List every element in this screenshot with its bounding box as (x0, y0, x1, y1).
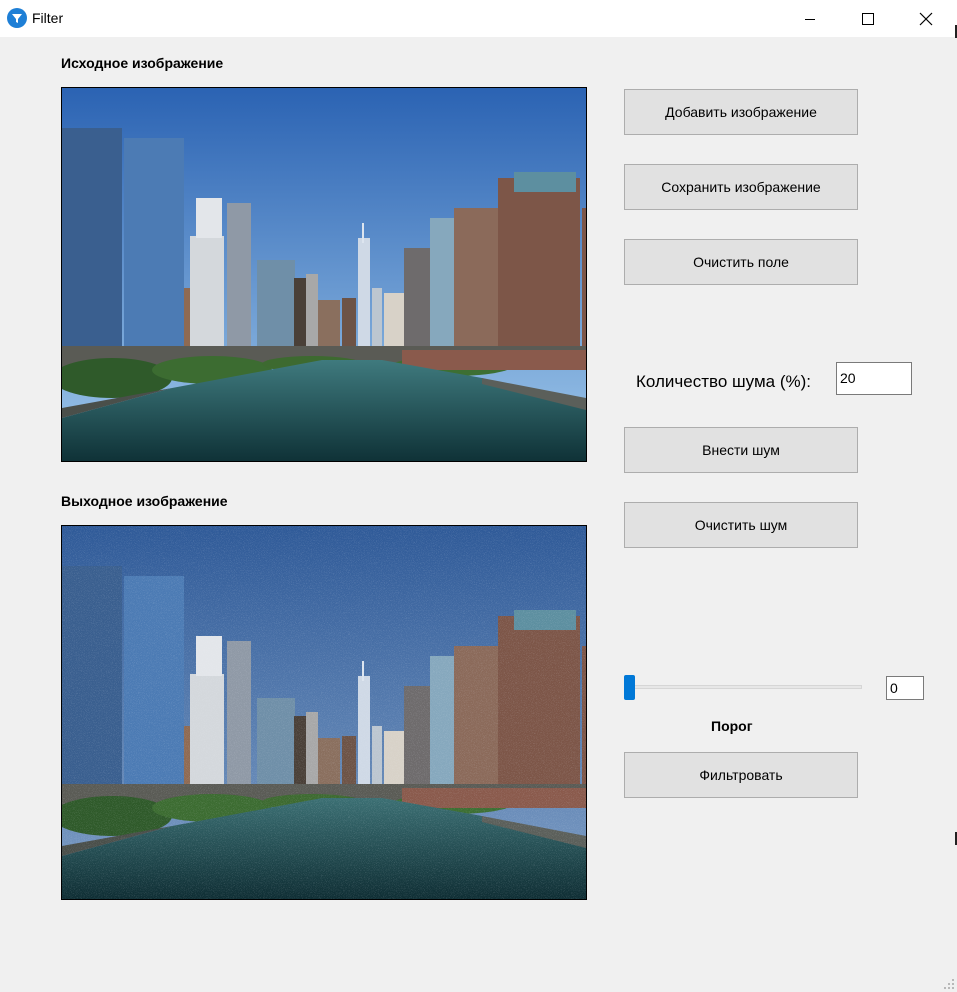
slider-thumb[interactable] (624, 675, 635, 700)
close-button[interactable] (897, 0, 955, 37)
threshold-label: Порог (711, 718, 753, 734)
close-icon (919, 12, 933, 25)
maximize-button[interactable] (839, 0, 897, 37)
filter-button[interactable]: Фильтровать (624, 752, 858, 798)
minimize-icon (805, 18, 815, 20)
source-image (61, 87, 587, 462)
minimize-button[interactable] (781, 0, 839, 37)
output-noisy-cityscape-picture (62, 526, 586, 899)
threshold-value-input[interactable]: 0 (886, 676, 924, 700)
add-image-button[interactable]: Добавить изображение (624, 89, 858, 135)
output-image (61, 525, 587, 900)
output-image-label: Выходное изображение (61, 493, 228, 509)
source-image-label: Исходное изображение (61, 55, 224, 71)
noise-amount-input[interactable]: 20 (836, 362, 912, 395)
add-noise-button[interactable]: Внести шум (624, 427, 858, 473)
threshold-slider[interactable] (624, 674, 862, 702)
maximize-icon (862, 12, 874, 25)
window-title: Filter (32, 10, 64, 26)
resize-grip-icon[interactable] (943, 978, 955, 990)
clear-field-button[interactable]: Очистить поле (624, 239, 858, 285)
source-cityscape-picture (62, 88, 586, 461)
clear-noise-button[interactable]: Очистить шум (624, 502, 858, 548)
filter-funnel-icon (7, 8, 27, 28)
noise-amount-label: Количество шума (%): (636, 372, 811, 391)
slider-track (624, 685, 862, 689)
title-bar: Filter (0, 0, 957, 37)
save-image-button[interactable]: Сохранить изображение (624, 164, 858, 210)
